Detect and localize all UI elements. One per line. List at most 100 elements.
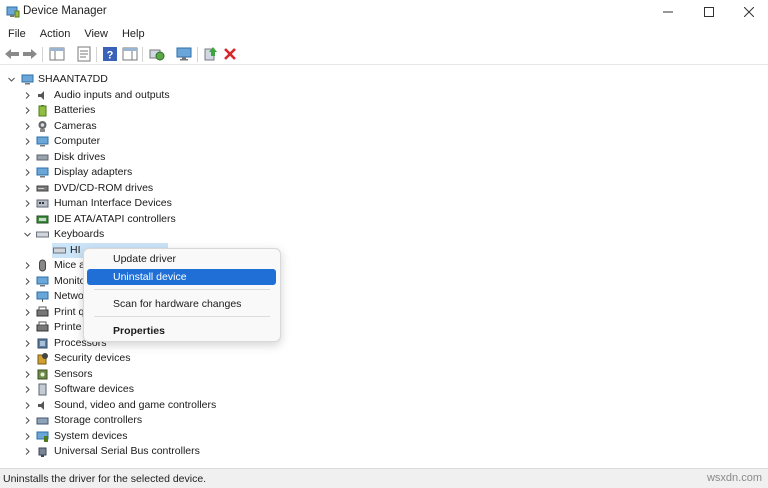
update-driver-icon[interactable] [203, 46, 219, 62]
chevron-right-icon[interactable] [23, 447, 32, 456]
printer-icon [36, 321, 49, 334]
chevron-right-icon[interactable] [23, 370, 32, 379]
properties-menu-item[interactable]: Properties [87, 323, 276, 339]
tree-category-row[interactable]: Batteries [0, 103, 260, 118]
tree-category-row[interactable]: Human Interface Devices [0, 196, 260, 211]
dvd-drive-icon [36, 182, 49, 195]
tree-category-row[interactable]: Sound, video and game controllers [0, 398, 260, 413]
tree-item-label: Computer [54, 135, 101, 147]
svg-text:?: ? [107, 50, 114, 62]
tree-category-row[interactable]: Cameras [0, 119, 260, 134]
chevron-right-icon[interactable] [23, 354, 32, 363]
uninstall-device-menu-item[interactable]: Uninstall device [87, 269, 276, 285]
forward-arrow-icon[interactable] [22, 46, 38, 62]
scan-hardware-changes-icon[interactable] [149, 46, 165, 62]
storage-controller-icon [36, 414, 49, 427]
chevron-right-icon[interactable] [23, 184, 32, 193]
chevron-right-icon[interactable] [23, 106, 32, 115]
tree-category-row[interactable]: System devices [0, 429, 260, 444]
usb-controller-icon [36, 445, 49, 458]
chevron-right-icon[interactable] [23, 137, 32, 146]
tree-root[interactable]: SHAANTA7DD [0, 72, 200, 87]
mouse-icon [36, 259, 49, 272]
chevron-right-icon[interactable] [23, 401, 32, 410]
system-device-icon [36, 430, 49, 443]
maximize-button[interactable] [689, 0, 729, 24]
tree-category-row[interactable]: Universal Serial Bus controllers [0, 444, 260, 459]
tree-category-row[interactable]: Audio inputs and outputs [0, 88, 260, 103]
tree-item-label: Batteries [54, 104, 96, 116]
keyboard-device-icon [53, 244, 66, 257]
menu-file[interactable]: File [0, 25, 33, 43]
tree-category-row[interactable]: IDE ATA/ATAPI controllers [0, 212, 260, 227]
show-hide-console-tree-icon[interactable] [49, 46, 65, 62]
device-manager-window: Device Manager File Action View Help ? S… [0, 0, 768, 488]
tree-item-label: Security devices [54, 352, 131, 364]
chevron-right-icon[interactable] [23, 416, 32, 425]
chevron-right-icon[interactable] [23, 292, 32, 301]
tree-category-row[interactable]: Disk drives [0, 150, 260, 165]
chevron-right-icon[interactable] [23, 199, 32, 208]
computer-icon [21, 73, 34, 86]
status-bar: Uninstalls the driver for the selected d… [0, 468, 768, 488]
tree-item-label: Netwo [54, 290, 84, 302]
chevron-right-icon[interactable] [23, 261, 32, 270]
menu-help[interactable]: Help [115, 25, 152, 43]
tree-category-row[interactable]: Sensors [0, 367, 260, 382]
tree-category-row[interactable]: Security devices [0, 351, 260, 366]
menu-view[interactable]: View [77, 25, 115, 43]
security-device-icon [36, 352, 49, 365]
speaker-icon [36, 89, 49, 102]
monitor-icon[interactable] [176, 46, 192, 62]
chevron-right-icon[interactable] [23, 215, 32, 224]
tree-item-label: Sound, video and game controllers [54, 398, 217, 411]
window-title: Device Manager [23, 5, 107, 17]
update-driver-menu-item[interactable]: Update driver [87, 251, 276, 267]
chevron-right-icon[interactable] [23, 323, 32, 332]
hid-icon [36, 197, 49, 210]
chevron-down-icon[interactable] [7, 75, 16, 84]
tree-item-label: Software devices [54, 383, 134, 395]
tree-category-row[interactable]: Software devices [0, 382, 260, 397]
menu-action[interactable]: Action [33, 25, 78, 43]
scan-hardware-changes-menu-item[interactable]: Scan for hardware changes [87, 296, 276, 312]
chevron-right-icon[interactable] [23, 122, 32, 131]
chevron-right-icon[interactable] [23, 385, 32, 394]
status-text: Uninstalls the driver for the selected d… [3, 473, 207, 485]
chevron-right-icon[interactable] [23, 308, 32, 317]
context-menu-separator [94, 316, 270, 317]
chevron-right-icon[interactable] [23, 339, 32, 348]
chevron-right-icon[interactable] [23, 168, 32, 177]
tree-item-label: Universal Serial Bus controllers [54, 445, 200, 457]
minimize-button[interactable] [648, 0, 688, 24]
help-icon[interactable]: ? [102, 46, 118, 62]
tree-root-label: SHAANTA7DD [38, 73, 108, 85]
tree-category-row[interactable]: Keyboards [0, 227, 260, 242]
tree-item-label: Storage controllers [54, 414, 143, 426]
back-arrow-icon[interactable] [4, 46, 20, 62]
tree-category-row[interactable]: Storage controllers [0, 413, 260, 428]
menu-bar: File Action View Help [0, 25, 768, 43]
close-button[interactable] [729, 0, 768, 24]
tree-item-label: System devices [54, 429, 128, 442]
tree-category-row[interactable]: DVD/CD-ROM drives [0, 181, 260, 196]
tree-item-label: DVD/CD-ROM drives [54, 181, 154, 194]
chevron-right-icon[interactable] [23, 432, 32, 441]
chevron-right-icon[interactable] [23, 91, 32, 100]
tree-item-label: Printe [54, 321, 82, 333]
action-pane-icon[interactable] [122, 46, 138, 62]
chevron-right-icon[interactable] [23, 277, 32, 286]
tree-item-label: Human Interface Devices [54, 197, 172, 209]
tree-category-row[interactable]: Computer [0, 134, 260, 149]
tree-category-row[interactable]: Display adapters [0, 165, 260, 180]
chevron-right-icon[interactable] [23, 153, 32, 162]
display-adapter-icon [36, 166, 49, 179]
ide-controller-icon [36, 213, 49, 226]
chevron-down-icon[interactable] [23, 230, 32, 239]
tree-item-label: Monito [54, 274, 86, 287]
tree-item-label: Print q [54, 305, 85, 318]
tree-item-label: Mice a [54, 259, 85, 271]
uninstall-device-icon[interactable] [222, 46, 238, 62]
tree-item-label: Audio inputs and outputs [54, 88, 170, 101]
properties-icon[interactable] [76, 46, 92, 62]
